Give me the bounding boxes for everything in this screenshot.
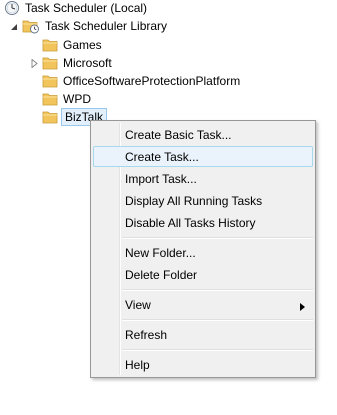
task-scheduler-tree: Task Scheduler (Local) Task Scheduler Li… (0, 0, 337, 415)
folder-icon (42, 56, 58, 70)
tree-folder-wpd[interactable]: WPD (42, 89, 91, 109)
menu-separator (122, 237, 313, 239)
menu-item-new-folder[interactable]: New Folder... (93, 242, 313, 263)
tree-library-label: Task Scheduler Library (45, 19, 168, 33)
menu-item-help[interactable]: Help (93, 354, 313, 375)
folder-label: Games (63, 38, 102, 52)
menu-separator (122, 319, 313, 321)
menu-separator (122, 289, 313, 291)
menu-item-label: View (125, 297, 151, 312)
menu-item-display-running-tasks[interactable]: Display All Running Tasks (93, 190, 313, 211)
menu-item-delete-folder[interactable]: Delete Folder (93, 264, 313, 285)
expand-triangle-icon[interactable] (30, 59, 39, 68)
clock-icon (4, 0, 20, 16)
menu-item-disable-tasks-history[interactable]: Disable All Tasks History (93, 212, 313, 233)
folder-icon (42, 92, 58, 106)
tree-folder-officesoftwareprotectionplatform[interactable]: OfficeSoftwareProtectionPlatform (42, 71, 240, 91)
menu-item-label: Help (125, 357, 150, 372)
menu-item-create-task[interactable]: Create Task... (93, 146, 313, 167)
collapse-triangle-icon[interactable] (10, 23, 19, 32)
menu-item-label: New Folder... (125, 245, 196, 260)
folder-icon (42, 74, 58, 88)
folder-label: WPD (63, 92, 91, 106)
folder-label: Microsoft (63, 56, 112, 70)
menu-item-import-task[interactable]: Import Task... (93, 168, 313, 189)
menu-item-label: Create Basic Task... (125, 127, 232, 142)
menu-item-create-basic-task[interactable]: Create Basic Task... (93, 124, 313, 145)
folder-clock-icon (22, 18, 40, 34)
menu-item-label: Refresh (125, 327, 168, 342)
menu-item-refresh[interactable]: Refresh (93, 324, 313, 345)
folder-icon (42, 110, 58, 124)
folder-icon (42, 38, 58, 52)
tree-folder-microsoft[interactable]: Microsoft (42, 53, 112, 73)
folder-label: OfficeSoftwareProtectionPlatform (63, 74, 241, 88)
menu-item-view[interactable]: View (93, 294, 313, 315)
submenu-arrow-icon (300, 300, 305, 314)
menu-item-label: Display All Running Tasks (125, 193, 263, 208)
tree-root-label: Task Scheduler (Local) (25, 1, 148, 15)
tree-library-node[interactable]: Task Scheduler Library (22, 16, 167, 36)
tree-folder-games[interactable]: Games (42, 35, 102, 55)
menu-item-label: Import Task... (125, 171, 197, 186)
menu-item-label: Delete Folder (125, 267, 198, 282)
menu-item-label: Disable All Tasks History (125, 215, 256, 230)
menu-item-label: Create Task... (125, 149, 199, 164)
menu-separator (122, 349, 313, 351)
context-menu: Create Basic Task... Create Task... Impo… (90, 120, 316, 378)
